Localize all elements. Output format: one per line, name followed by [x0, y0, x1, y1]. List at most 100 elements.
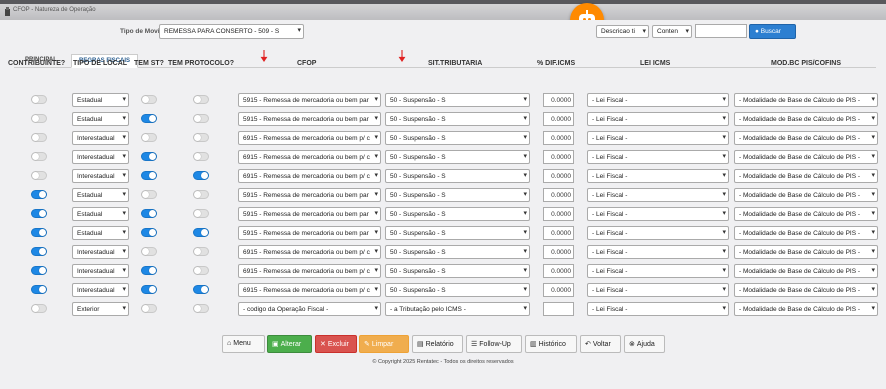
tem-st-toggle[interactable]: [141, 209, 157, 218]
dif-icms-input[interactable]: 0.0000: [543, 283, 574, 297]
tipo-local-select[interactable]: Interestadual: [72, 131, 129, 145]
lei-icms-select[interactable]: - Lei Fiscal -: [587, 188, 729, 202]
search-button[interactable]: ● Buscar: [749, 24, 796, 39]
excluir-button[interactable]: ✕ Excluir: [315, 335, 357, 353]
contribuinte-toggle[interactable]: [31, 152, 47, 161]
dif-icms-input[interactable]: 0.0000: [543, 226, 574, 240]
contribuinte-toggle[interactable]: [31, 285, 47, 294]
tipo-local-select[interactable]: Interestadual: [72, 169, 129, 183]
tem-protocolo-toggle[interactable]: [193, 209, 209, 218]
tem-st-toggle[interactable]: [141, 133, 157, 142]
tipo-local-select[interactable]: Estadual: [72, 112, 129, 126]
cfop-select[interactable]: 5915 - Remessa de mercadoria ou bem par: [238, 188, 381, 202]
tipo-local-select[interactable]: Interestadual: [72, 245, 129, 259]
dif-icms-input[interactable]: 0.0000: [543, 150, 574, 164]
ajuda-button[interactable]: ⊗ Ajuda: [624, 335, 665, 353]
sit-tributaria-select[interactable]: 50 - Suspensão - S: [385, 245, 530, 259]
search-mode-select[interactable]: Conten: [652, 25, 692, 38]
contribuinte-toggle[interactable]: [31, 247, 47, 256]
mod-bc-select[interactable]: - Modalidade de Base de Cálculo de PIS -: [734, 188, 878, 202]
cfop-select[interactable]: 5915 - Remessa de mercadoria ou bem par: [238, 112, 381, 126]
voltar-button[interactable]: ↶ Voltar: [580, 335, 621, 353]
mod-bc-select[interactable]: - Modalidade de Base de Cálculo de PIS -: [734, 112, 878, 126]
dif-icms-input[interactable]: 0.0000: [543, 169, 574, 183]
mod-bc-select[interactable]: - Modalidade de Base de Cálculo de PIS -: [734, 131, 878, 145]
tem-st-toggle[interactable]: [141, 247, 157, 256]
dif-icms-input[interactable]: 0.0000: [543, 264, 574, 278]
sit-tributaria-select[interactable]: 50 - Suspensão - S: [385, 131, 530, 145]
lei-icms-select[interactable]: - Lei Fiscal -: [587, 283, 729, 297]
tem-protocolo-toggle[interactable]: [193, 266, 209, 275]
contribuinte-toggle[interactable]: [31, 114, 47, 123]
lei-icms-select[interactable]: - Lei Fiscal -: [587, 245, 729, 259]
lei-icms-select[interactable]: - Lei Fiscal -: [587, 302, 729, 316]
tem-protocolo-toggle[interactable]: [193, 285, 209, 294]
mod-bc-select[interactable]: - Modalidade de Base de Cálculo de PIS -: [734, 226, 878, 240]
mod-bc-select[interactable]: - Modalidade de Base de Cálculo de PIS -: [734, 245, 878, 259]
sit-tributaria-select[interactable]: 50 - Suspensão - S: [385, 150, 530, 164]
sit-tributaria-select[interactable]: 50 - Suspensão - S: [385, 226, 530, 240]
dif-icms-input[interactable]: 0.0000: [543, 93, 574, 107]
lei-icms-select[interactable]: - Lei Fiscal -: [587, 207, 729, 221]
sit-tributaria-select[interactable]: - a Tributação pelo ICMS -: [385, 302, 530, 316]
mod-bc-select[interactable]: - Modalidade de Base de Cálculo de PIS -: [734, 169, 878, 183]
mod-bc-select[interactable]: - Modalidade de Base de Cálculo de PIS -: [734, 264, 878, 278]
cfop-select[interactable]: 5915 - Remessa de mercadoria ou bem par: [238, 226, 381, 240]
tem-protocolo-toggle[interactable]: [193, 95, 209, 104]
historico-button[interactable]: ▥ Histórico: [525, 335, 577, 353]
cfop-select[interactable]: 6915 - Remessa de mercadoria ou bem p/ c: [238, 245, 381, 259]
relatorio-button[interactable]: ▤ Relatório: [412, 335, 463, 353]
sit-tributaria-select[interactable]: 50 - Suspensão - S: [385, 169, 530, 183]
tipo-local-select[interactable]: Exterior: [72, 302, 129, 316]
lei-icms-select[interactable]: - Lei Fiscal -: [587, 264, 729, 278]
cfop-select[interactable]: 6915 - Remessa de mercadoria ou bem p/ c: [238, 150, 381, 164]
dif-icms-input[interactable]: 0.0000: [543, 188, 574, 202]
lei-icms-select[interactable]: - Lei Fiscal -: [587, 150, 729, 164]
mod-bc-select[interactable]: - Modalidade de Base de Cálculo de PIS -: [734, 207, 878, 221]
contribuinte-toggle[interactable]: [31, 228, 47, 237]
tem-st-toggle[interactable]: [141, 190, 157, 199]
tipo-local-select[interactable]: Interestadual: [72, 150, 129, 164]
sit-tributaria-select[interactable]: 50 - Suspensão - S: [385, 93, 530, 107]
contribuinte-toggle[interactable]: [31, 171, 47, 180]
tipo-local-select[interactable]: Estadual: [72, 226, 129, 240]
search-input[interactable]: [695, 24, 747, 38]
tem-st-toggle[interactable]: [141, 266, 157, 275]
contribuinte-toggle[interactable]: [31, 266, 47, 275]
tipo-local-select[interactable]: Interestadual: [72, 264, 129, 278]
tem-protocolo-toggle[interactable]: [193, 247, 209, 256]
tipo-local-select[interactable]: Interestadual: [72, 283, 129, 297]
dif-icms-input[interactable]: 0.0000: [543, 131, 574, 145]
mod-bc-select[interactable]: - Modalidade de Base de Cálculo de PIS -: [734, 93, 878, 107]
lei-icms-select[interactable]: - Lei Fiscal -: [587, 169, 729, 183]
tem-protocolo-toggle[interactable]: [193, 171, 209, 180]
dif-icms-input[interactable]: 0.0000: [543, 112, 574, 126]
cfop-select[interactable]: 6915 - Remessa de mercadoria ou bem p/ c: [238, 264, 381, 278]
contribuinte-toggle[interactable]: [31, 190, 47, 199]
cfop-select[interactable]: 6915 - Remessa de mercadoria ou bem p/ c: [238, 169, 381, 183]
dif-icms-input[interactable]: 0.0000: [543, 245, 574, 259]
menu-button[interactable]: ⌂ Menu: [222, 335, 265, 353]
tem-st-toggle[interactable]: [141, 152, 157, 161]
lei-icms-select[interactable]: - Lei Fiscal -: [587, 93, 729, 107]
tem-st-toggle[interactable]: [141, 304, 157, 313]
tem-protocolo-toggle[interactable]: [193, 133, 209, 142]
tem-st-toggle[interactable]: [141, 95, 157, 104]
tem-protocolo-toggle[interactable]: [193, 304, 209, 313]
tem-protocolo-toggle[interactable]: [193, 114, 209, 123]
tipo-local-select[interactable]: Estadual: [72, 93, 129, 107]
cfop-select[interactable]: - codigo da Operação Fiscal -: [238, 302, 381, 316]
tem-protocolo-toggle[interactable]: [193, 152, 209, 161]
tem-protocolo-toggle[interactable]: [193, 228, 209, 237]
tem-protocolo-toggle[interactable]: [193, 190, 209, 199]
contribuinte-toggle[interactable]: [31, 95, 47, 104]
alterar-button[interactable]: ▣ Alterar: [267, 335, 312, 353]
sit-tributaria-select[interactable]: 50 - Suspensão - S: [385, 264, 530, 278]
tem-st-toggle[interactable]: [141, 285, 157, 294]
lei-icms-select[interactable]: - Lei Fiscal -: [587, 226, 729, 240]
dif-icms-input[interactable]: [543, 302, 574, 316]
contribuinte-toggle[interactable]: [31, 133, 47, 142]
sit-tributaria-select[interactable]: 50 - Suspensão - S: [385, 112, 530, 126]
mod-bc-select[interactable]: - Modalidade de Base de Cálculo de PIS -: [734, 150, 878, 164]
contribuinte-toggle[interactable]: [31, 304, 47, 313]
